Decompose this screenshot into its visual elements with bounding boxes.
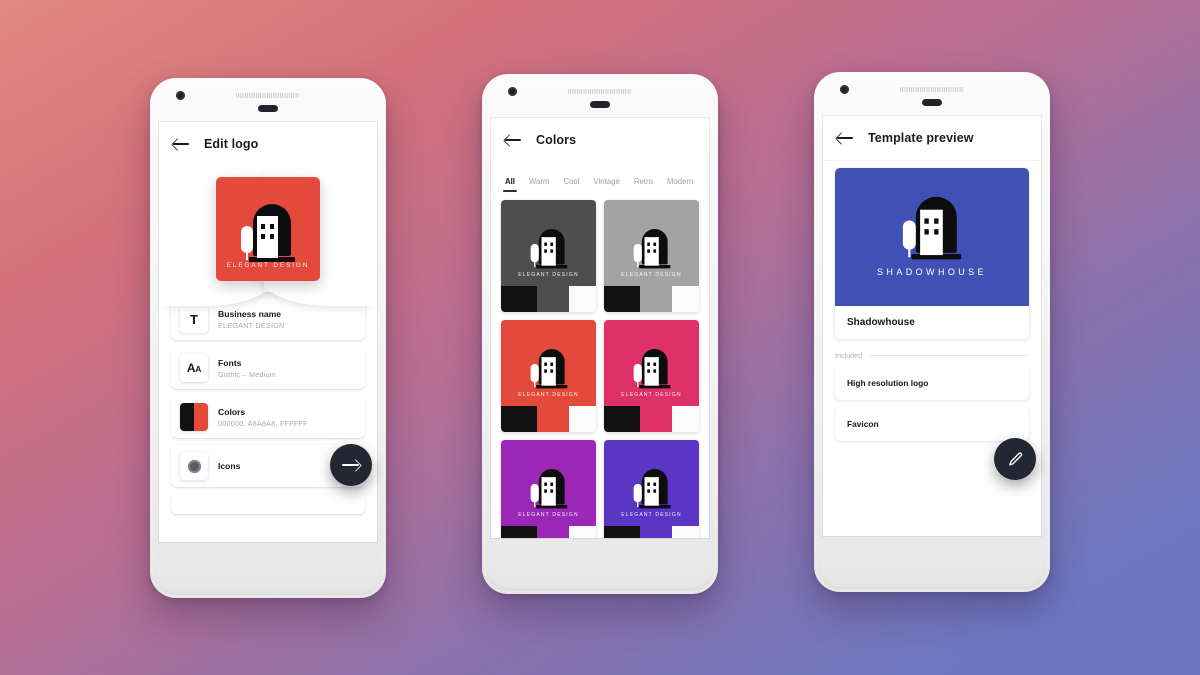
list-item-subtitle: ELEGANT DESIGN bbox=[218, 320, 285, 330]
tab-retro[interactable]: Retro bbox=[634, 177, 653, 192]
list-item-colors[interactable]: Colors 000000, A8A8A8, FFFFFF bbox=[171, 396, 365, 438]
swatch-palette-strip bbox=[501, 406, 596, 432]
list-item-subtitle: 000000, A8A8A8, FFFFFF bbox=[218, 418, 308, 428]
speaker-grille-icon bbox=[568, 89, 632, 94]
list-item-subtitle: Gothic – Medium bbox=[218, 369, 277, 379]
screen-colors: Colors All Warm Cool Vintage Retro Moder… bbox=[491, 118, 709, 538]
phone-bottom-bezel bbox=[814, 536, 1050, 592]
template-hero: SHADOWHOUSE bbox=[835, 168, 1029, 306]
tab-warm[interactable]: Warm bbox=[529, 177, 550, 192]
template-wordmark: SHADOWHOUSE bbox=[877, 267, 987, 277]
next-fab-button[interactable] bbox=[330, 444, 372, 486]
arrow-left-icon[interactable] bbox=[173, 137, 190, 151]
font-tile-icon: AA bbox=[180, 354, 208, 382]
template-title: Shadowhouse bbox=[847, 317, 915, 328]
pencil-icon bbox=[1007, 451, 1024, 468]
swatch-caption: ELEGANT DESIGN bbox=[518, 392, 579, 398]
list-item-favicon[interactable]: Favicon bbox=[835, 407, 1029, 441]
camera-icon bbox=[840, 85, 849, 94]
swatch-palette-strip bbox=[501, 286, 596, 312]
camera-icon bbox=[508, 87, 517, 96]
logo-preview-hero: ELEGANT DESIGN bbox=[159, 166, 377, 306]
text-tile-icon: T bbox=[180, 305, 208, 333]
color-swatch-red[interactable]: ELEGANT DESIGN bbox=[501, 320, 596, 432]
arrow-left-icon[interactable] bbox=[505, 133, 522, 147]
list-item-high-resolution-logo[interactable]: High resolution logo bbox=[835, 366, 1029, 400]
tab-cool[interactable]: Cool bbox=[563, 177, 579, 192]
logo-mark-icon bbox=[629, 468, 674, 509]
arrow-right-icon bbox=[342, 459, 360, 471]
swatch-logo-area: ELEGANT DESIGN bbox=[604, 320, 699, 406]
phone-top-bezel bbox=[814, 72, 1050, 116]
phone-top-bezel bbox=[482, 74, 718, 118]
list-item-title: Colors bbox=[218, 406, 246, 417]
swatch-palette-strip bbox=[604, 526, 699, 538]
list-item-title: Fonts bbox=[218, 357, 242, 368]
appbar-colors: Colors bbox=[491, 118, 709, 162]
logo-card[interactable]: ELEGANT DESIGN bbox=[216, 177, 320, 281]
color-swatch-indigo[interactable]: ELEGANT DESIGN bbox=[604, 440, 699, 538]
swatch-caption: ELEGANT DESIGN bbox=[518, 272, 579, 278]
swatch-logo-area: ELEGANT DESIGN bbox=[501, 440, 596, 526]
appbar-edit-logo: Edit logo bbox=[159, 122, 377, 166]
phone-device-edit-logo: Edit logo ELEGANT DESIGN T Business name… bbox=[150, 78, 386, 598]
logo-mark-icon bbox=[526, 228, 571, 269]
color-swatch-dark-gray[interactable]: ELEGANT DESIGN bbox=[501, 200, 596, 312]
page-title: Edit logo bbox=[204, 137, 259, 151]
swatch-palette-strip bbox=[604, 286, 699, 312]
sensor-icon bbox=[590, 101, 610, 108]
phone-bottom-bezel bbox=[150, 542, 386, 598]
color-swatch-light-gray[interactable]: ELEGANT DESIGN bbox=[604, 200, 699, 312]
color-swatch-grid: ELEGANT DESIGN ELEGANT DESIGN ELEGANT DE… bbox=[491, 192, 709, 538]
list-item-title: Icons bbox=[218, 461, 241, 471]
sensor-icon bbox=[922, 99, 942, 106]
logo-mark-icon bbox=[896, 195, 967, 260]
color-swatch-pink[interactable]: ELEGANT DESIGN bbox=[604, 320, 699, 432]
tab-all[interactable]: All bbox=[503, 177, 517, 192]
swatch-logo-area: ELEGANT DESIGN bbox=[501, 200, 596, 286]
section-label-included: Included bbox=[835, 351, 1029, 360]
logo-mark-icon bbox=[235, 202, 301, 262]
list-item-title: Business name bbox=[218, 308, 282, 319]
phone-top-bezel bbox=[150, 78, 386, 122]
divider bbox=[870, 355, 1029, 356]
color-tile-icon bbox=[180, 403, 208, 431]
phone-device-colors: Colors All Warm Cool Vintage Retro Moder… bbox=[482, 74, 718, 594]
color-category-tabs: All Warm Cool Vintage Retro Modern bbox=[491, 162, 709, 192]
swatch-palette-strip bbox=[604, 406, 699, 432]
speaker-grille-icon bbox=[900, 87, 964, 92]
swatch-logo-area: ELEGANT DESIGN bbox=[604, 440, 699, 526]
icons-tile-icon bbox=[180, 452, 208, 480]
section-label-text: Included bbox=[835, 351, 863, 360]
swatch-caption: ELEGANT DESIGN bbox=[621, 392, 682, 398]
swatch-caption: ELEGANT DESIGN bbox=[621, 512, 682, 518]
logo-mark-icon bbox=[629, 348, 674, 389]
swatch-logo-area: ELEGANT DESIGN bbox=[604, 200, 699, 286]
tab-vintage[interactable]: Vintage bbox=[594, 177, 620, 192]
swatch-caption: ELEGANT DESIGN bbox=[621, 272, 682, 278]
edit-fab-button[interactable] bbox=[994, 438, 1036, 480]
arrow-left-icon[interactable] bbox=[837, 131, 854, 145]
page-title: Template preview bbox=[868, 131, 974, 145]
page-title: Colors bbox=[536, 133, 577, 147]
logo-mark-icon bbox=[526, 348, 571, 389]
logo-mark-icon bbox=[629, 228, 674, 269]
list-item-fonts[interactable]: AA Fonts Gothic – Medium bbox=[171, 347, 365, 389]
swatch-logo-area: ELEGANT DESIGN bbox=[501, 320, 596, 406]
phone-mockup-stage: Edit logo ELEGANT DESIGN T Business name… bbox=[0, 0, 1200, 675]
logo-caption: ELEGANT DESIGN bbox=[226, 262, 310, 269]
phone-bottom-bezel bbox=[482, 538, 718, 594]
template-card[interactable]: SHADOWHOUSE Shadowhouse bbox=[835, 168, 1029, 339]
speaker-grille-icon bbox=[236, 93, 300, 98]
logo-mark-icon bbox=[526, 468, 571, 509]
tab-modern[interactable]: Modern bbox=[667, 177, 693, 192]
swatch-palette-strip bbox=[501, 526, 596, 538]
color-swatch-purple[interactable]: ELEGANT DESIGN bbox=[501, 440, 596, 538]
phone-device-template-preview: Template preview SHADOWHOUSE Shadowhouse… bbox=[814, 72, 1050, 592]
list-item-partial[interactable] bbox=[171, 494, 365, 514]
camera-icon bbox=[176, 91, 185, 100]
swatch-caption: ELEGANT DESIGN bbox=[518, 512, 579, 518]
sensor-icon bbox=[258, 105, 278, 112]
appbar-template-preview: Template preview bbox=[823, 116, 1041, 160]
